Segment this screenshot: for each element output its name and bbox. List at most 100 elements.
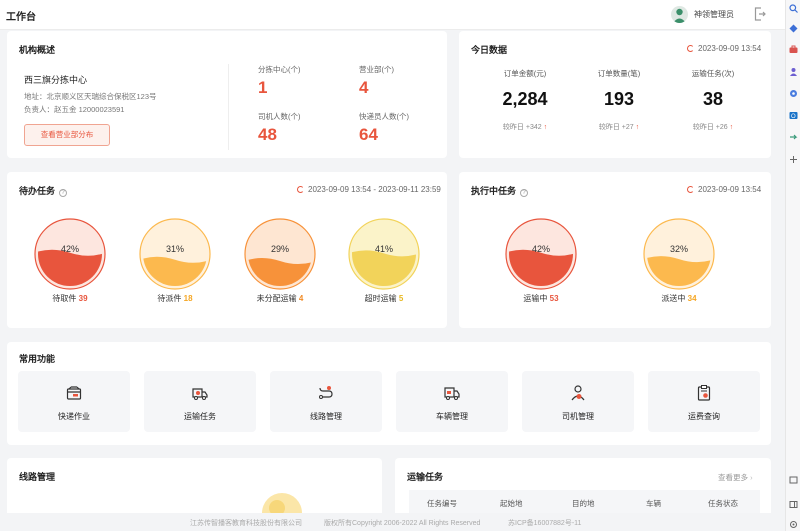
function-express[interactable]: 快递作业 — [18, 371, 130, 432]
panel-icon[interactable] — [789, 500, 798, 509]
gauge-overtime[interactable]: 41% 超时运输 5 — [348, 218, 420, 304]
up-arrow-icon: ↑ — [729, 124, 734, 131]
column-header: 任务编号 — [427, 499, 457, 508]
gauge-count: 34 — [687, 294, 697, 303]
function-label: 运输任务 — [184, 412, 216, 421]
gauge-fill — [38, 249, 102, 286]
route-icon — [319, 386, 333, 399]
logout-icon[interactable] — [754, 7, 766, 21]
metric-label: 订单数量(笔) — [597, 69, 641, 78]
view-more-link[interactable]: 查看更多 › — [718, 472, 753, 483]
metric-label: 运输任务(次) — [691, 69, 735, 78]
up-arrow-icon: ↑ — [635, 124, 640, 131]
stat-label: 营业部(个) — [359, 65, 394, 74]
gauge-percent: 31% — [166, 244, 184, 254]
page-title: 工作台 — [6, 12, 36, 23]
stat-label: 司机人数(个) — [258, 112, 301, 121]
pending-tasks-title: 待办任务? — [19, 184, 68, 197]
gauge-count: 5 — [398, 294, 404, 303]
browser-side-bar: O — [785, 0, 800, 531]
gauge-percent: 42% — [532, 244, 550, 254]
gauge-ring: 29% — [244, 218, 316, 290]
gauge-fill — [509, 249, 573, 286]
footer: 江苏传智播客教育科技股份有限公司 版权所有Copyright 2006-2022… — [0, 513, 785, 531]
settings-icon[interactable] — [789, 520, 798, 529]
executing-tasks-title: 执行中任务? — [471, 184, 529, 197]
driver-icon — [571, 385, 585, 401]
add-icon[interactable] — [789, 155, 798, 164]
function-route-management[interactable]: 线路管理 — [270, 371, 382, 432]
gauge-unassigned[interactable]: 29% 未分配运输 4 — [244, 218, 316, 304]
footer-copyright: 版权所有Copyright 2006-2022 All Rights Reser… — [324, 520, 481, 527]
org-name: 西三旗分拣中心 — [24, 75, 88, 85]
today-metric: 运输任务(次) 38 较昨日 +26 ↑ — [668, 68, 758, 132]
function-freight-query[interactable]: 运费查询 — [648, 371, 760, 432]
freight-receipt-icon — [697, 385, 711, 401]
divider — [228, 64, 229, 150]
metric-value: 193 — [603, 89, 635, 109]
function-label: 司机管理 — [562, 412, 594, 421]
stat-label: 分拣中心(个) — [258, 65, 301, 74]
column-header: 目的地 — [572, 499, 595, 508]
gauge-label: 待派件 18 — [157, 294, 193, 303]
gauge-label: 派送中 34 — [661, 294, 697, 303]
gauge-count: 18 — [183, 294, 193, 303]
footer-icp: 苏ICP备16007882号-11 — [508, 520, 582, 527]
stat-value: 48 — [258, 125, 277, 144]
gauge-ring: 42% — [34, 218, 106, 290]
user-avatar[interactable] — [671, 6, 688, 23]
delivery-truck-icon — [192, 388, 208, 400]
function-transport-task[interactable]: 运输任务 — [144, 371, 256, 432]
toolbox-icon[interactable] — [789, 45, 798, 54]
search-icon[interactable] — [789, 4, 798, 13]
gauge-count: 4 — [298, 294, 304, 303]
common-functions-title: 常用功能 — [19, 354, 56, 364]
truck-icon — [444, 387, 460, 400]
stat-value: 4 — [359, 78, 369, 97]
function-label: 线路管理 — [310, 412, 342, 421]
gauge-percent: 42% — [61, 244, 79, 254]
stat-value: 1 — [258, 78, 268, 97]
org-manager: 负责人：赵五金 12000023591 — [24, 105, 125, 114]
metric-compare: 较昨日 +26 ↑ — [692, 124, 734, 131]
gauge-count: 53 — [549, 294, 559, 303]
help-icon[interactable]: ? — [520, 189, 529, 197]
function-vehicle-management[interactable]: 车辆管理 — [396, 371, 508, 432]
clock-icon — [687, 45, 694, 52]
clock-icon — [687, 186, 694, 193]
today-metric: 订单金额(元) 2,284 较昨日 +342 ↑ — [480, 68, 570, 132]
today-data-title: 今日数据 — [471, 45, 508, 55]
metric-value: 2,284 — [502, 89, 548, 109]
footer-company: 江苏传智播客教育科技股份有限公司 — [190, 520, 302, 527]
function-label: 车辆管理 — [436, 412, 468, 421]
clock-icon — [297, 186, 304, 193]
arrow-icon[interactable] — [789, 133, 798, 142]
gauge-dispatch[interactable]: 31% 待派件 18 — [139, 218, 211, 304]
screenshot-icon[interactable] — [789, 476, 798, 485]
view-branch-distribution-button[interactable]: 查看营业部分布 — [24, 124, 110, 146]
gauge-percent: 41% — [375, 244, 393, 254]
column-header: 任务状态 — [708, 499, 738, 508]
svg-text:O: O — [791, 114, 796, 120]
function-driver-management[interactable]: 司机管理 — [522, 371, 634, 432]
metric-value: 38 — [702, 89, 724, 109]
stat-label: 快递员人数(个) — [359, 112, 409, 121]
executing-timestamp: 2023-09-09 13:54 — [687, 185, 761, 194]
outlook-icon[interactable]: O — [789, 111, 798, 120]
gauge-count: 39 — [78, 294, 88, 303]
gauge-label: 超时运输 5 — [364, 294, 404, 303]
gauge-pickup[interactable]: 42% 待取件 39 — [34, 218, 106, 304]
diamond-icon[interactable] — [789, 24, 798, 33]
user-name[interactable]: 神领管理员 — [694, 9, 734, 20]
gauge-ring: 32% — [643, 218, 715, 290]
gauge-in-transit[interactable]: 42% 运输中 53 — [505, 218, 577, 304]
gauge-delivering[interactable]: 32% 派送中 34 — [643, 218, 715, 304]
metric-label: 订单金额(元) — [503, 69, 547, 78]
metric-compare: 较昨日 +27 ↑ — [598, 124, 640, 131]
today-timestamp: 2023-09-09 13:54 — [687, 44, 761, 53]
person-icon[interactable] — [789, 67, 798, 76]
gauge-label: 未分配运输 4 — [256, 294, 304, 303]
help-icon[interactable]: ? — [59, 189, 68, 197]
today-metric: 订单数量(笔) 193 较昨日 +27 ↑ — [574, 68, 664, 132]
gear-icon[interactable] — [789, 89, 798, 98]
